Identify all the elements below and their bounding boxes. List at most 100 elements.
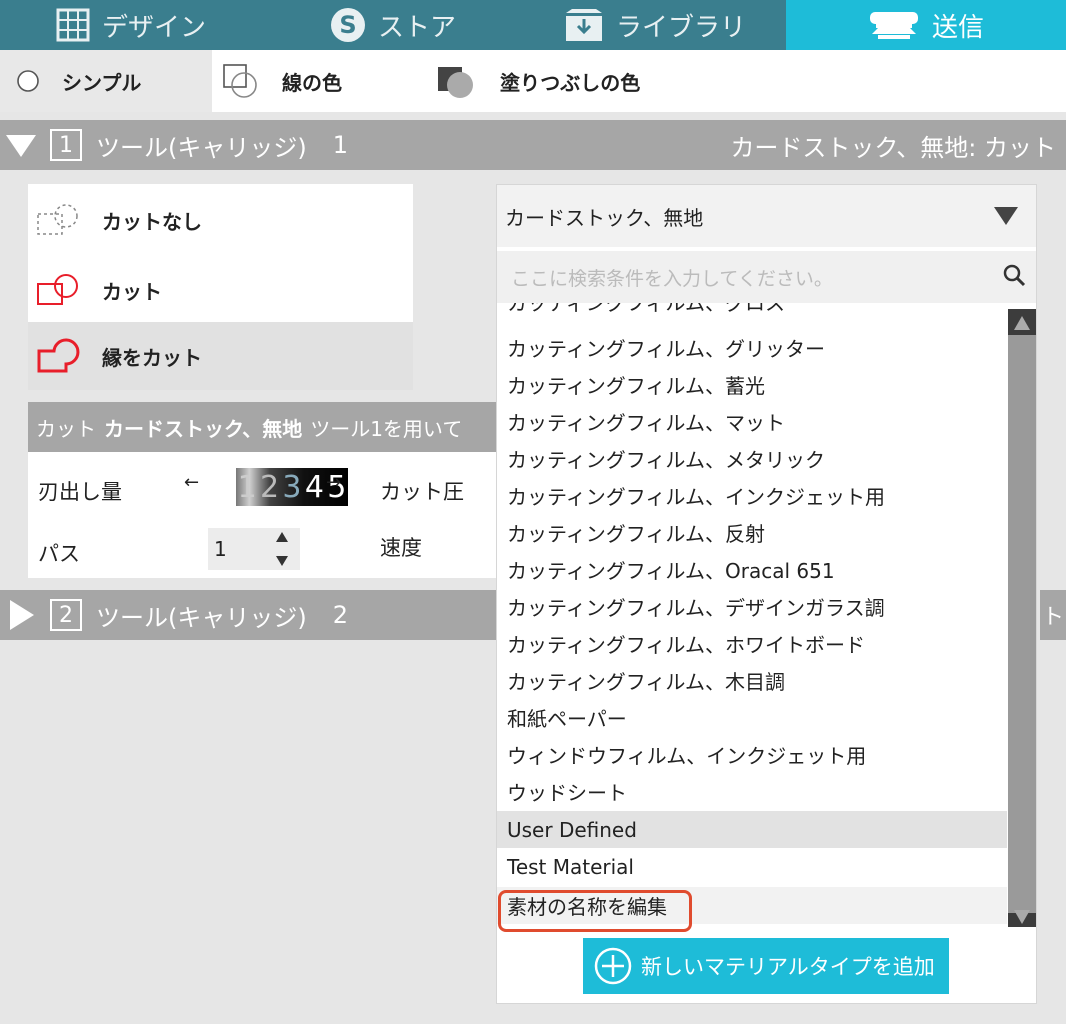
expand-triangle-icon[interactable]	[6, 600, 36, 630]
list-scrollbar[interactable]	[1008, 309, 1036, 927]
blade-digit: 2	[260, 469, 280, 505]
radio-icon	[16, 69, 40, 93]
list-item[interactable]: 和紙ペーパー	[497, 699, 1007, 736]
material-list: カッティングフィルム、グロス カッティングフィルム、グリッター カッティングフィ…	[497, 303, 1007, 927]
mode-fill-color[interactable]: 塗りつぶしの色	[436, 50, 640, 112]
passes-stepper[interactable]	[274, 528, 290, 575]
list-item[interactable]: カッティングフィルム、マット	[497, 403, 1007, 440]
tab-send[interactable]: 送信	[786, 0, 1066, 50]
speed-label: 速度	[380, 536, 422, 560]
search-placeholder: ここに検索条件を入力してください。	[511, 267, 833, 290]
cut-settings-panel: 刃出し量 ← 1 2 3 4 5 → カット圧 パス 1 速度	[28, 452, 498, 578]
dropdown-caret-icon[interactable]	[994, 205, 1018, 230]
list-item[interactable]: カッティングフィルム、グリッター	[497, 329, 1007, 366]
tab-design[interactable]: デザイン	[0, 0, 262, 50]
settings-header-prefix: カット	[36, 416, 96, 441]
blade-digit: 3	[282, 469, 302, 505]
carriage-2-header[interactable]: 2 ツール(キャリッジ) 2	[0, 590, 496, 640]
blade-right-arrow-icon[interactable]: →	[326, 472, 341, 493]
settings-header-material: カードストック、無地	[104, 416, 303, 441]
blade-digit: 1	[237, 469, 257, 505]
list-item-label: カッティングフィルム、Oracal 651	[507, 559, 835, 583]
material-dropdown: カードストック、無地 ここに検索条件を入力してください。 カッティングフィルム、…	[496, 184, 1037, 1004]
list-item[interactable]: カッティングフィルム、グロス	[497, 303, 1007, 320]
list-item-label: カッティングフィルム、木目調	[507, 670, 785, 694]
list-item[interactable]: カッティングフィルム、Oracal 651	[497, 551, 1007, 588]
cut-option-none[interactable]: カットなし	[28, 186, 413, 254]
list-item-label: カッティングフィルム、グリッター	[507, 337, 825, 361]
search-icon[interactable]	[1002, 263, 1026, 292]
svg-text:S: S	[339, 11, 356, 39]
mode-bar: シンプル 線の色 塗りつぶしの色	[0, 50, 1066, 112]
tab-send-label: 送信	[931, 12, 984, 43]
material-selected-label: カードストック、無地	[505, 205, 704, 230]
cut-option-none-label: カットなし	[102, 209, 202, 234]
carriage-1-summary: カードストック、無地: カット	[730, 133, 1056, 162]
line-color-icon	[222, 63, 258, 99]
list-item[interactable]: カッティングフィルム、インクジェット用	[497, 477, 1007, 514]
add-material-type-button[interactable]: 新しいマテリアルタイプを追加	[583, 938, 949, 994]
list-item[interactable]: カッティングフィルム、反射	[497, 514, 1007, 551]
tab-store[interactable]: S ストア	[262, 0, 524, 50]
mode-line-color-label: 線の色	[282, 70, 342, 95]
list-item[interactable]: ウッドシート	[497, 773, 1007, 810]
mode-line-color[interactable]: 線の色	[222, 50, 342, 112]
cut-option-cut[interactable]: カット	[28, 256, 413, 324]
cut-option-edge-label: 縁をカット	[102, 345, 202, 370]
list-item[interactable]: ウィンドウフィルム、インクジェット用	[497, 736, 1007, 773]
passes-value: 1	[214, 537, 227, 561]
scroll-thumb[interactable]	[1008, 335, 1036, 913]
list-item-label: カッティングフィルム、メタリック	[507, 448, 825, 472]
highlight-outline	[498, 890, 692, 932]
cut-force-label: カット圧	[380, 480, 464, 504]
cut-option-edge[interactable]: 縁をカット	[28, 322, 413, 390]
list-item-label: ウィンドウフィルム、インクジェット用	[507, 744, 867, 768]
list-item-label: カッティングフィルム、反射	[507, 522, 765, 546]
material-select[interactable]: カードストック、無地	[497, 185, 1036, 247]
mode-simple-label: シンプル	[62, 70, 142, 95]
list-item[interactable]: カッティングフィルム、蓄光	[497, 366, 1007, 403]
list-item-label: 和紙ペーパー	[507, 707, 627, 731]
list-item[interactable]: カッティングフィルム、メタリック	[497, 440, 1007, 477]
add-circle-icon	[593, 946, 633, 986]
tab-design-label: デザイン	[101, 12, 206, 43]
carriage-1-header[interactable]: 1 ツール(キャリッジ) 1 カードストック、無地: カット	[0, 120, 1066, 170]
blade-digit: 4	[304, 469, 324, 505]
list-item-label: カッティングフィルム、デザインガラス調	[507, 596, 885, 620]
list-item-group-header[interactable]: User Defined	[497, 811, 1007, 848]
carriage-2-index: 2	[332, 601, 349, 629]
mode-fill-color-label: 塗りつぶしの色	[500, 70, 641, 95]
carriage-1-number: 1	[50, 129, 82, 161]
list-item[interactable]: カッティングフィルム、ホワイトボード	[497, 625, 1007, 662]
blade-left-arrow-icon[interactable]: ←	[184, 472, 199, 493]
add-material-type-label: 新しいマテリアルタイプを追加	[641, 955, 935, 979]
blade-label: 刃出し量	[38, 480, 122, 504]
scroll-down-icon[interactable]	[1014, 909, 1030, 928]
library-box-icon	[564, 7, 604, 43]
silhouette-s-icon: S	[330, 7, 366, 43]
tab-library[interactable]: ライブラリ	[524, 0, 786, 50]
passes-label: パス	[38, 542, 80, 566]
scroll-up-icon[interactable]	[1014, 315, 1030, 334]
no-cut-icon	[36, 202, 102, 238]
list-item-label: カッティングフィルム、ホワイトボード	[507, 633, 865, 657]
list-item-label: カッティングフィルム、インクジェット用	[507, 485, 885, 509]
list-item[interactable]: カッティングフィルム、木目調	[497, 662, 1007, 699]
list-item-label: User Defined	[507, 817, 637, 842]
carriage-2-number: 2	[50, 599, 82, 631]
collapse-triangle-icon[interactable]	[6, 133, 36, 157]
list-item[interactable]: Test Material	[497, 848, 1007, 885]
carriage-2-summary-fragment: ト	[1040, 590, 1066, 640]
material-search-input[interactable]: ここに検索条件を入力してください。	[497, 251, 1036, 303]
carriage-2-title: ツール(キャリッジ)	[96, 603, 307, 632]
tab-library-label: ライブラリ	[615, 12, 746, 43]
list-item-label: カッティングフィルム、グロス	[507, 303, 785, 315]
carriage-1-index: 1	[332, 131, 349, 159]
settings-header-suffix: ツール1を用いて	[310, 416, 463, 441]
list-item-label: ウッドシート	[507, 781, 627, 805]
tab-store-label: ストア	[377, 12, 456, 43]
list-item[interactable]: カッティングフィルム、デザインガラス調	[497, 588, 1007, 625]
list-item-label: Test Material	[507, 854, 634, 879]
list-item-label: カッティングフィルム、マット	[507, 411, 785, 435]
mode-simple[interactable]: シンプル	[0, 50, 212, 112]
